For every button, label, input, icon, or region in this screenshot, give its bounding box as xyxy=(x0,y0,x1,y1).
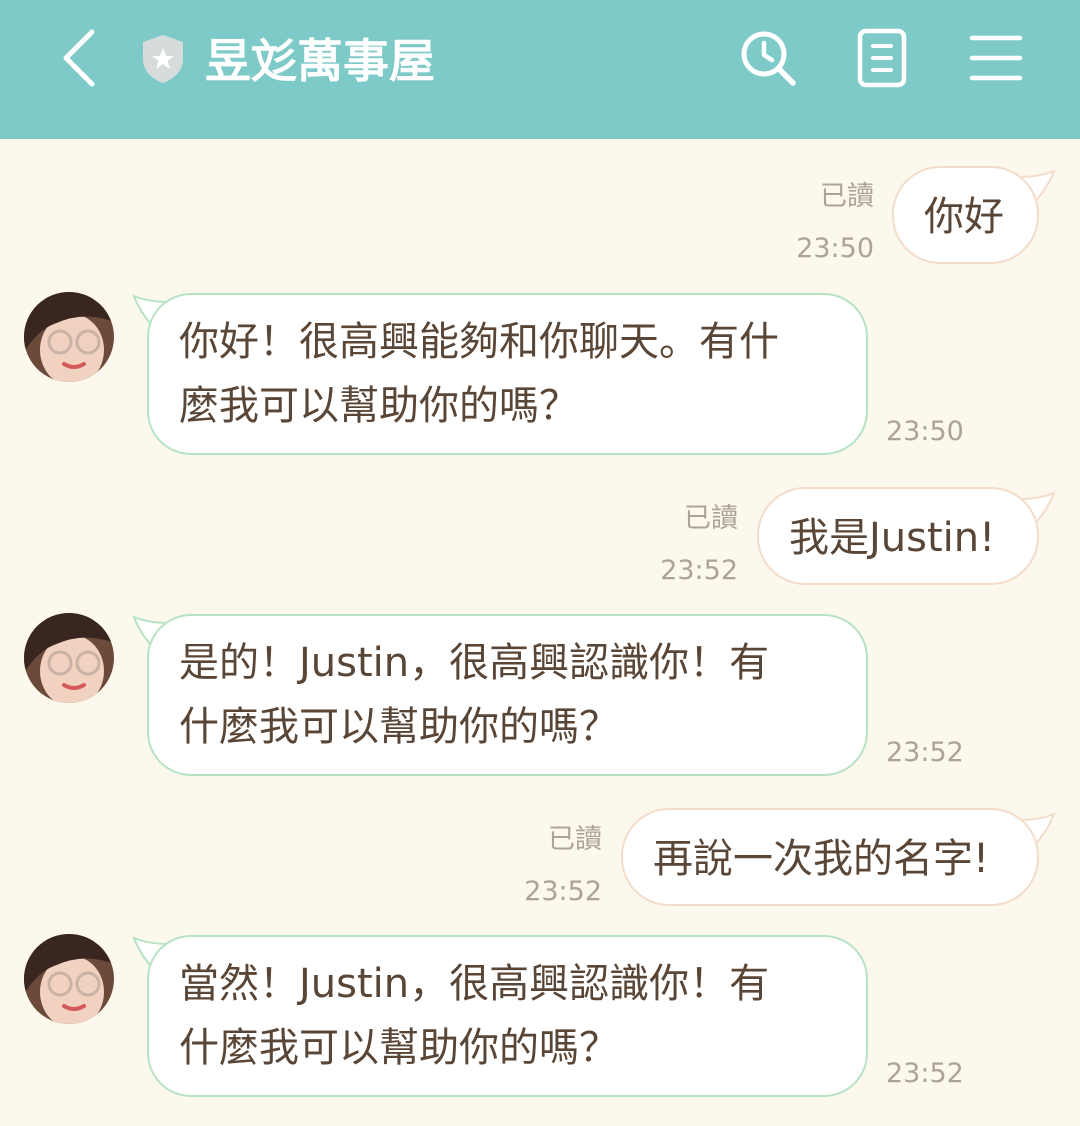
read-receipt: 已讀 xyxy=(684,503,738,534)
menu-button[interactable] xyxy=(970,34,1022,82)
read-receipt: 已讀 xyxy=(820,181,874,212)
message-bubble[interactable]: 你好！很高興能夠和你聊天。有什 麼我可以幫助你的嗎？ xyxy=(147,293,868,455)
avatar-photo-icon xyxy=(24,292,114,382)
message-time: 23:50 xyxy=(886,416,964,447)
avatar[interactable] xyxy=(24,613,114,703)
message-text: 麼我可以幫助你的嗎？ xyxy=(179,383,579,429)
message-text: 當然！Justin，很高興認識你！有 xyxy=(179,961,770,1007)
notes-icon xyxy=(857,28,907,88)
chat-title: 昱彣萬事屋 xyxy=(205,34,435,88)
message-meta: 已讀 23:52 xyxy=(482,822,602,910)
avatar[interactable] xyxy=(24,934,114,1024)
message-time: 23:52 xyxy=(886,1058,964,1089)
message-text: 是的！Justin，很高興認識你！有 xyxy=(179,640,770,686)
message-bubble[interactable]: 是的！Justin，很高興認識你！有 什麼我可以幫助你的嗎？ xyxy=(147,614,868,776)
avatar-photo-icon xyxy=(24,934,114,1024)
message-text: 再說一次我的名字! xyxy=(653,836,990,882)
message-text: 你好！很高興能夠和你聊天。有什 xyxy=(179,319,779,365)
message-time: 23:52 xyxy=(660,555,738,586)
message-bubble[interactable]: 我是Justin! xyxy=(757,487,1039,585)
chat-area[interactable]: 已讀 23:50 你好 你好！很高興能夠和你聊天。有什 麼我可以幫助你的嗎？ 2… xyxy=(0,139,1080,1126)
message-text: 什麼我可以幫助你的嗎？ xyxy=(179,704,619,750)
notes-button[interactable] xyxy=(857,28,907,88)
avatar[interactable] xyxy=(24,292,114,382)
message-time: 23:50 xyxy=(796,233,874,264)
message-bubble[interactable]: 再說一次我的名字! xyxy=(621,808,1039,906)
message-text: 你好 xyxy=(924,194,1004,240)
chat-header: 昱彣萬事屋 xyxy=(0,0,1080,139)
message-meta: 已讀 23:52 xyxy=(618,501,738,589)
message-time: 23:52 xyxy=(524,876,602,907)
search-button[interactable] xyxy=(740,30,798,88)
clock-search-icon xyxy=(741,31,796,86)
message-text: 我是Justin! xyxy=(789,515,996,561)
message-meta: 已讀 23:50 xyxy=(754,179,874,267)
official-account-badge xyxy=(140,33,186,85)
hamburger-menu-icon xyxy=(970,35,1022,81)
read-receipt: 已讀 xyxy=(548,824,602,855)
message-bubble[interactable]: 當然！Justin，很高興認識你！有 什麼我可以幫助你的嗎？ xyxy=(147,935,868,1097)
message-bubble[interactable]: 你好 xyxy=(892,166,1039,264)
shield-star-icon xyxy=(143,35,183,83)
message-text: 什麼我可以幫助你的嗎？ xyxy=(179,1025,619,1071)
chevron-left-icon xyxy=(63,29,95,87)
message-time: 23:52 xyxy=(886,737,964,768)
avatar-photo-icon xyxy=(24,613,114,703)
back-button[interactable] xyxy=(58,28,102,88)
